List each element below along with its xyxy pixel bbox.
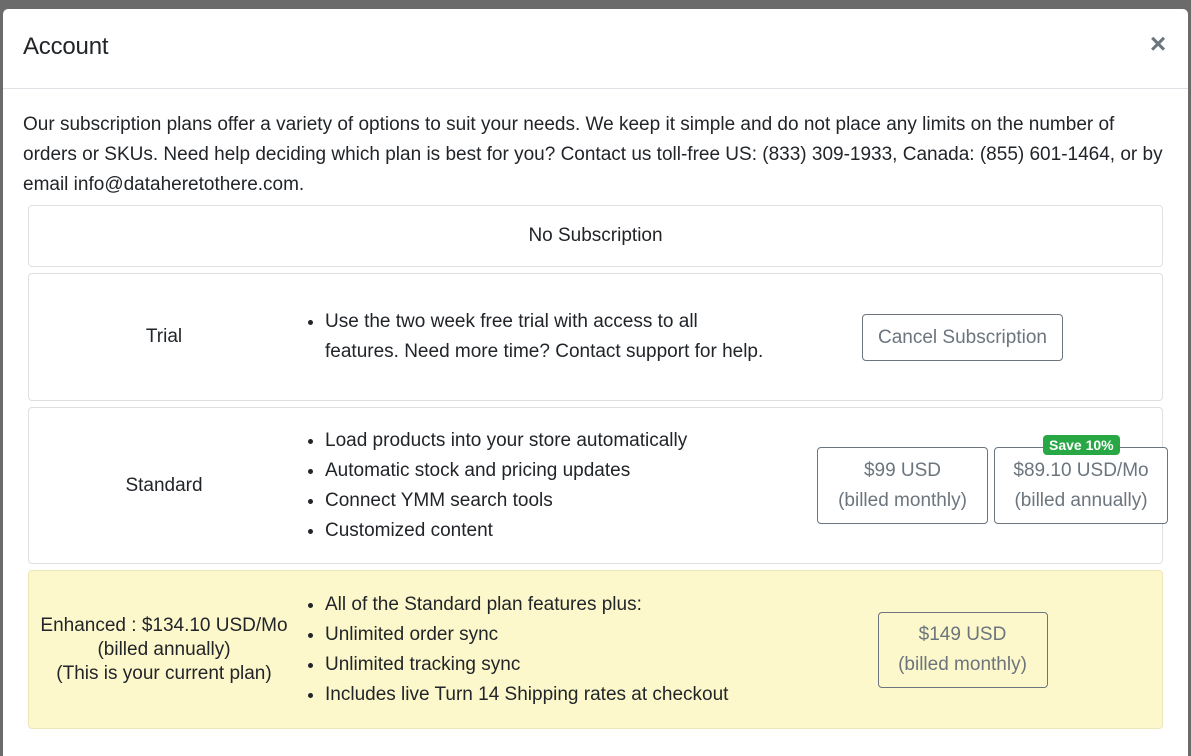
plan-name-trial: Trial (145, 326, 183, 347)
feature-list-trial: Use the two week free trial with access … (299, 307, 769, 367)
list-item: Unlimited order sync (325, 620, 769, 650)
list-item: Use the two week free trial with access … (325, 307, 769, 367)
enhanced-name-price: Enhanced : $134.10 USD/Mo (40, 614, 288, 636)
standard-monthly-button[interactable]: $99 USD (billed monthly) (817, 447, 988, 524)
modal-body: Our subscription plans offer a variety o… (3, 89, 1188, 729)
enhanced-name-billing: (billed annually) (97, 638, 231, 660)
no-subscription-label: No Subscription (528, 225, 663, 246)
standard-annual-period: (billed annually) (1014, 489, 1148, 511)
list-item: Automatic stock and pricing updates (325, 456, 769, 486)
plan-name-enhanced: Enhanced : $134.10 USD/Mo (billed annual… (29, 614, 299, 686)
standard-monthly-price: $99 USD (863, 459, 942, 481)
list-item: Load products into your store automatica… (325, 426, 769, 456)
modal-title: Account (23, 33, 109, 60)
list-item: Connect YMM search tools (325, 486, 769, 516)
list-item: All of the Standard plan features plus: (325, 590, 769, 620)
feature-list-enhanced: All of the Standard plan features plus: … (299, 590, 769, 710)
enhanced-monthly-period: (billed monthly) (898, 653, 1027, 675)
enhanced-monthly-button[interactable]: $149 USD (billed monthly) (877, 611, 1048, 688)
plan-actions-enhanced: $149 USD (billed monthly) (769, 611, 1162, 688)
standard-monthly-period: (billed monthly) (838, 489, 967, 511)
intro-text: Our subscription plans offer a variety o… (23, 114, 1163, 195)
list-item: Customized content (325, 516, 769, 546)
account-modal: Account × Our subscription plans offer a… (3, 9, 1188, 756)
current-plan-note: (This is your current plan) (56, 662, 272, 684)
list-item: Includes live Turn 14 Shipping rates at … (325, 680, 769, 710)
cancel-subscription-button[interactable]: Cancel Subscription (862, 313, 1063, 361)
no-subscription-card: No Subscription (28, 205, 1163, 267)
list-item: Unlimited tracking sync (325, 650, 769, 680)
modal-header: Account × (3, 9, 1188, 89)
standard-annual-button[interactable]: Save 10% $89.10 USD/Mo (billed annually) (994, 435, 1168, 524)
plan-actions-trial: Cancel Subscription (769, 313, 1162, 361)
standard-annual-price: $89.10 USD/Mo (1013, 459, 1149, 481)
plan-card-trial: Trial Use the two week free trial with a… (28, 273, 1163, 401)
plan-card-enhanced: Enhanced : $134.10 USD/Mo (billed annual… (28, 570, 1163, 729)
feature-list-standard: Load products into your store automatica… (299, 426, 769, 546)
plan-name-standard: Standard (125, 474, 203, 496)
close-button[interactable]: × (1146, 29, 1170, 59)
enhanced-monthly-price: $149 USD (918, 623, 1007, 645)
plan-card-standard: Standard Load products into your store a… (28, 407, 1168, 564)
plan-actions-standard: $99 USD (billed monthly) Save 10% $89.10… (769, 435, 1174, 524)
save-badge: Save 10% (1043, 435, 1120, 455)
